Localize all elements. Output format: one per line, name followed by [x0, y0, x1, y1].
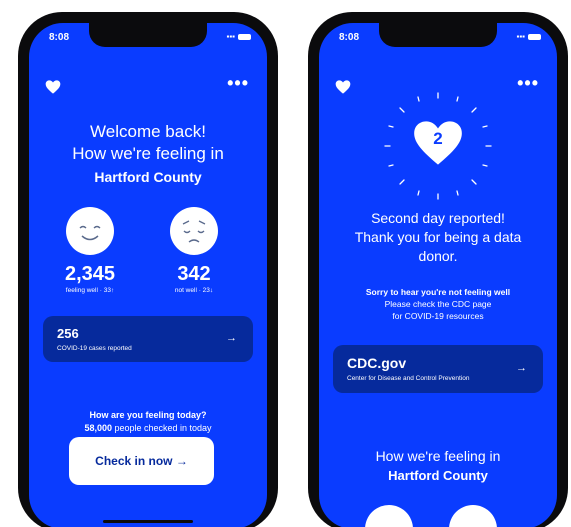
arrow-right-icon: → — [516, 362, 527, 374]
reported-line1: Second day reported! — [371, 210, 505, 226]
welcome-title: Welcome back! — [90, 122, 206, 141]
cdc-title: CDC.gov — [347, 355, 407, 371]
checkin-prompt: How are you feeling today? 58,000 people… — [29, 409, 267, 435]
battery-icon — [528, 33, 541, 40]
cases-card[interactable]: 256 COVID-19 cases reported → — [43, 316, 253, 362]
reported-line3: donor. — [418, 248, 458, 264]
arrow-right-icon: → — [226, 332, 237, 344]
reported-message: Second day reported! Thank you for being… — [319, 209, 557, 266]
smile-face-icon — [365, 505, 413, 527]
sad-face-icon — [449, 505, 497, 527]
cdc-subtitle: Center for Disease and Control Preventio… — [347, 375, 470, 382]
sorry-line1: Please check the CDC page — [384, 299, 492, 309]
home-screen: 8:08 ▪▪▪ ••• Welcome back! How we're fee… — [29, 23, 267, 527]
sorry-title: Sorry to hear you're not feeling well — [365, 287, 511, 297]
battery-icon — [238, 33, 251, 40]
phone-right: 8:08 ▪▪▪ ••• 2 Second day reported! Than… — [308, 12, 568, 527]
cases-label: COVID-19 cases reported — [57, 345, 132, 352]
status-time: 8:08 — [49, 32, 70, 43]
sorry-line2: for COVID-19 resources — [392, 311, 484, 321]
feeling-heading: How we're feeling in Hartford County — [319, 447, 557, 485]
signal-icon: ▪▪▪ — [516, 32, 525, 41]
home-indicator — [103, 520, 193, 523]
sorry-message: Sorry to hear you're not feeling well Pl… — [319, 286, 557, 322]
county-name: Hartford County — [94, 169, 202, 185]
welcome-subtitle: How we're feeling in — [72, 144, 224, 163]
feeling-well-label: feeling well · 33↑ — [65, 287, 115, 294]
not-well-count: 342 — [177, 263, 211, 285]
streak-day-number: 2 — [433, 129, 443, 148]
more-icon[interactable]: ••• — [227, 74, 249, 92]
notch — [379, 23, 497, 47]
status-icons: ▪▪▪ — [226, 32, 251, 41]
not-well-label: not well · 23↓ — [174, 287, 214, 294]
feeling-county: Hartford County — [388, 468, 488, 483]
more-icon[interactable]: ••• — [517, 74, 539, 92]
status-time: 8:08 — [339, 32, 360, 43]
smile-face-icon — [66, 207, 114, 255]
cases-count: 256 — [57, 326, 79, 341]
feeling-line1: How we're feeling in — [375, 448, 501, 464]
checked-in-count: 58,000 — [84, 423, 112, 433]
sad-face-icon — [170, 207, 218, 255]
welcome-block: Welcome back! How we're feeling in Hartf… — [29, 121, 267, 188]
heart-icon[interactable] — [45, 79, 61, 95]
reported-line2: Thank you for being a data — [354, 229, 522, 245]
check-in-button[interactable]: Check in now → — [69, 437, 214, 485]
cdc-card[interactable]: CDC.gov Center for Disease and Control P… — [333, 345, 543, 393]
question-text: How are you feeling today? — [89, 410, 207, 420]
checked-in-text: 58,000 people checked in today — [29, 422, 267, 435]
phone-left: 8:08 ▪▪▪ ••• Welcome back! How we're fee… — [18, 12, 278, 527]
checked-in-suffix: people checked in today — [111, 423, 212, 433]
signal-icon: ▪▪▪ — [226, 32, 235, 41]
status-icons: ▪▪▪ — [516, 32, 541, 41]
notch — [89, 23, 207, 47]
confirmation-screen: 8:08 ▪▪▪ ••• 2 Second day reported! Than… — [319, 23, 557, 527]
feeling-well-count: 2,345 — [64, 263, 116, 285]
heart-icon[interactable] — [335, 79, 351, 95]
